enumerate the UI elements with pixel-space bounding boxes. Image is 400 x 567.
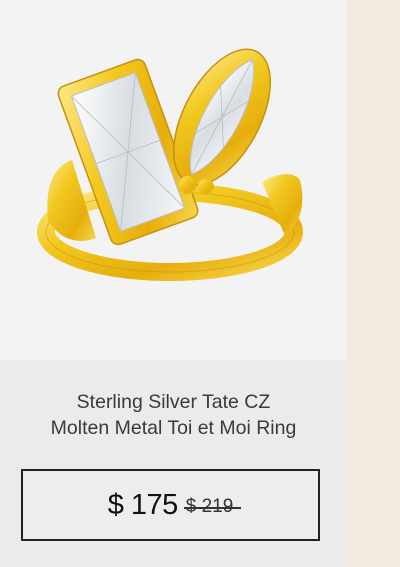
original-price: $ 219 (183, 496, 241, 517)
ring-illustration (37, 48, 303, 281)
product-title-line-1[interactable]: Sterling Silver Tate CZ (0, 389, 347, 415)
product-card[interactable]: Sterling Silver Tate CZ Molten Metal Toi… (0, 0, 347, 567)
price-button[interactable]: $ 175 $ 219 (21, 469, 320, 541)
current-price: $ 175 (107, 488, 179, 521)
product-title[interactable]: Sterling Silver Tate CZ Molten Metal Toi… (0, 389, 347, 441)
product-image[interactable] (0, 0, 347, 360)
side-panel (347, 0, 400, 567)
product-title-line-2[interactable]: Molten Metal Toi et Moi Ring (0, 415, 347, 441)
